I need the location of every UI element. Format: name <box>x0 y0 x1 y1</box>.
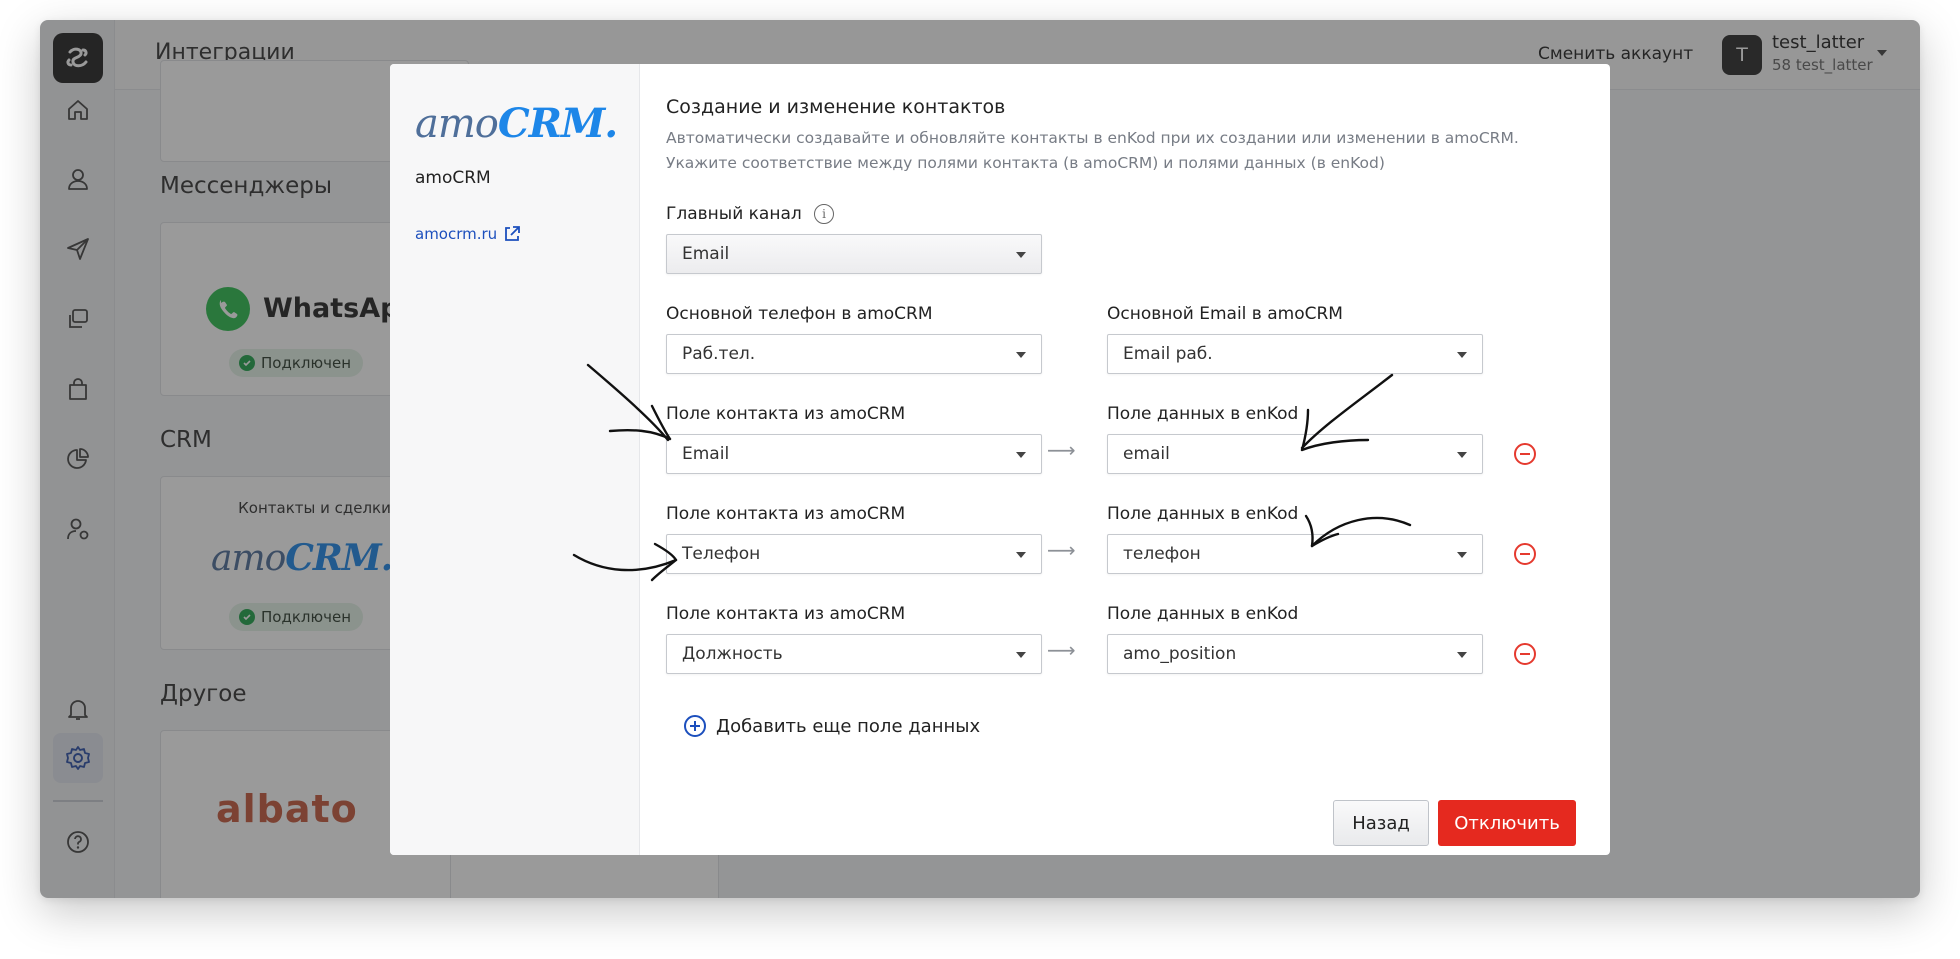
mapping-right-label: Поле данных в enKod <box>1107 504 1299 524</box>
remove-mapping-icon[interactable] <box>1514 543 1536 565</box>
chevron-down-icon <box>1016 552 1026 558</box>
chevron-down-icon <box>1457 552 1467 558</box>
main-email-label: Основной Email в amoCRM <box>1107 304 1343 324</box>
mapping-left-label: Поле контакта из amoCRM <box>666 504 906 524</box>
main-channel-select[interactable]: Email <box>666 234 1042 274</box>
add-circle-icon <box>684 715 706 737</box>
vendor-website-link[interactable]: amocrm.ru <box>415 225 521 243</box>
disconnect-button[interactable]: Отключить <box>1438 800 1576 846</box>
chevron-down-icon <box>1016 252 1026 258</box>
remove-mapping-icon[interactable] <box>1514 643 1536 665</box>
arrow-right-icon: ⟶ <box>1047 538 1076 562</box>
chevron-down-icon <box>1457 352 1467 358</box>
mapping-enkod-field-select[interactable]: телефон <box>1107 534 1483 574</box>
app-window: Интеграции Сменить аккаунт T test_latter… <box>40 20 1920 898</box>
info-icon[interactable]: i <box>814 204 834 224</box>
mapping-amocrm-field-select[interactable]: Телефон <box>666 534 1042 574</box>
chevron-down-icon <box>1457 452 1467 458</box>
chevron-down-icon <box>1457 652 1467 658</box>
mapping-enkod-field-select[interactable]: email <box>1107 434 1483 474</box>
integration-modal: amoCRM. amoCRM amocrm.ru Создание и изме… <box>390 64 1610 855</box>
chevron-down-icon <box>1016 452 1026 458</box>
modal-form-panel: Создание и изменение контактов Автоматич… <box>640 64 1610 855</box>
external-link-icon <box>505 226 521 241</box>
main-channel-label: Главный канал <box>666 204 802 224</box>
mapping-enkod-field-select[interactable]: amo_position <box>1107 634 1483 674</box>
modal-vendor-panel: amoCRM. amoCRM amocrm.ru <box>390 64 640 855</box>
chevron-down-icon <box>1016 352 1026 358</box>
main-email-select[interactable]: Email раб. <box>1107 334 1483 374</box>
modal-title: Создание и изменение контактов <box>666 96 1006 118</box>
arrow-right-icon: ⟶ <box>1047 638 1076 662</box>
mapping-amocrm-field-select[interactable]: Должность <box>666 634 1042 674</box>
mapping-amocrm-field-select[interactable]: Email <box>666 434 1042 474</box>
modal-description: Автоматически создавайте и обновляйте ко… <box>666 129 1519 172</box>
amocrm-logo: amoCRM. <box>415 100 618 147</box>
remove-mapping-icon[interactable] <box>1514 443 1536 465</box>
add-data-field-label: Добавить еще поле данных <box>716 715 981 737</box>
vendor-name: amoCRM <box>415 168 491 188</box>
mapping-left-label: Поле контакта из amoCRM <box>666 404 906 424</box>
main-phone-label: Основной телефон в amoCRM <box>666 304 933 324</box>
mapping-left-label: Поле контакта из amoCRM <box>666 604 906 624</box>
vendor-link-text: amocrm.ru <box>415 225 498 243</box>
chevron-down-icon <box>1016 652 1026 658</box>
mapping-right-label: Поле данных в enKod <box>1107 404 1299 424</box>
arrow-right-icon: ⟶ <box>1047 438 1076 462</box>
main-phone-select[interactable]: Раб.тел. <box>666 334 1042 374</box>
add-data-field-button[interactable]: Добавить еще поле данных <box>684 715 980 737</box>
back-button[interactable]: Назад <box>1333 800 1429 846</box>
mapping-right-label: Поле данных в enKod <box>1107 604 1299 624</box>
